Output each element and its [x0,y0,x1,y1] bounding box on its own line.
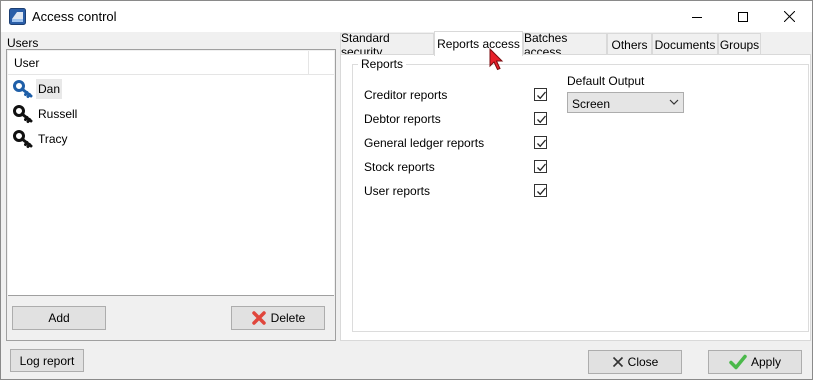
title-bar: Access control [1,1,812,32]
perm-label: Debtor reports [364,112,441,126]
stock-reports-checkbox[interactable] [534,160,547,173]
user-name: Tracy [38,132,68,146]
general-ledger-reports-checkbox[interactable] [534,136,547,149]
column-header-user[interactable]: User [8,51,309,74]
tab-reports-access[interactable]: Reports access [434,31,523,56]
user-row-dan[interactable]: Dan [13,77,63,101]
tab-label: Groups [719,37,760,52]
add-user-button[interactable]: Add [12,306,106,330]
key-icon [13,79,35,99]
maximize-icon [738,11,748,22]
user-name: Russell [38,107,78,121]
tab-groups[interactable]: Groups [718,33,761,55]
tab-standard-security[interactable]: Standard security [340,31,434,59]
users-panel: User Dan Russell Tracy Add Delete [6,49,336,341]
tab-batches-access[interactable]: Batches access [523,31,607,59]
access-control-window: Access control Users User Dan Russell Tr… [0,0,813,380]
check-icon [537,139,546,148]
apply-label: Apply [750,355,782,369]
default-output-value: Screen [572,97,611,111]
apply-button[interactable]: Apply [708,350,802,374]
delete-icon [251,311,266,325]
add-label: Add [48,311,70,325]
user-reports-checkbox[interactable] [534,184,547,197]
mouse-cursor-icon [489,48,504,71]
user-row-tracy[interactable]: Tracy [13,127,70,151]
close-icon [783,11,795,22]
perm-label: Creditor reports [364,88,448,102]
user-name: Dan [36,79,63,99]
minimize-button[interactable] [674,1,720,32]
tab-label: Others [611,37,648,52]
minimize-icon [692,16,702,18]
check-icon [537,163,546,172]
check-icon [537,115,546,124]
perm-debtor-reports: Debtor reports [364,109,547,129]
checkmark-icon [729,354,747,370]
perm-user-reports: User reports [364,181,547,201]
default-output-select[interactable]: Screen [567,92,684,113]
perm-stock-reports: Stock reports [364,157,547,177]
default-output-label: Default Output [567,74,645,88]
perm-label: User reports [364,184,431,198]
perm-label: Stock reports [364,160,435,174]
users-group-label: Users [7,36,39,50]
user-row-russell[interactable]: Russell [13,102,79,126]
delete-label: Delete [270,311,306,325]
tab-documents[interactable]: Documents [652,33,718,55]
log-report-label: Log report [19,353,75,368]
debtor-reports-checkbox[interactable] [534,112,547,125]
app-icon [9,8,26,25]
key-icon [13,129,35,149]
check-icon [537,187,546,196]
reports-group-title: Reports [358,57,407,71]
close-label: Close [627,355,659,369]
delete-user-button[interactable]: Delete [231,306,325,330]
reports-access-page: Reports Creditor reports Debtor reports … [340,54,811,341]
users-list-header: User [8,51,334,75]
chevron-down-icon [669,99,679,105]
check-icon [537,91,546,100]
maximize-button[interactable] [720,1,766,32]
users-list[interactable]: User Dan Russell Tracy [8,51,334,296]
close-window-button[interactable] [766,1,812,32]
tab-label: Reports access [437,37,520,51]
tab-label: Documents [654,37,716,52]
tab-control: Standard security Reports access Batches… [340,31,811,341]
tab-others[interactable]: Others [607,33,652,55]
close-button[interactable]: Close [588,350,682,374]
perm-label: General ledger reports [364,136,485,150]
perm-general-ledger-reports: General ledger reports [364,133,547,153]
key-icon [13,104,35,124]
close-x-icon [612,356,623,368]
creditor-reports-checkbox[interactable] [534,88,547,101]
perm-creditor-reports: Creditor reports [364,85,547,105]
window-title: Access control [32,9,117,24]
log-report-button[interactable]: Log report [10,349,84,372]
